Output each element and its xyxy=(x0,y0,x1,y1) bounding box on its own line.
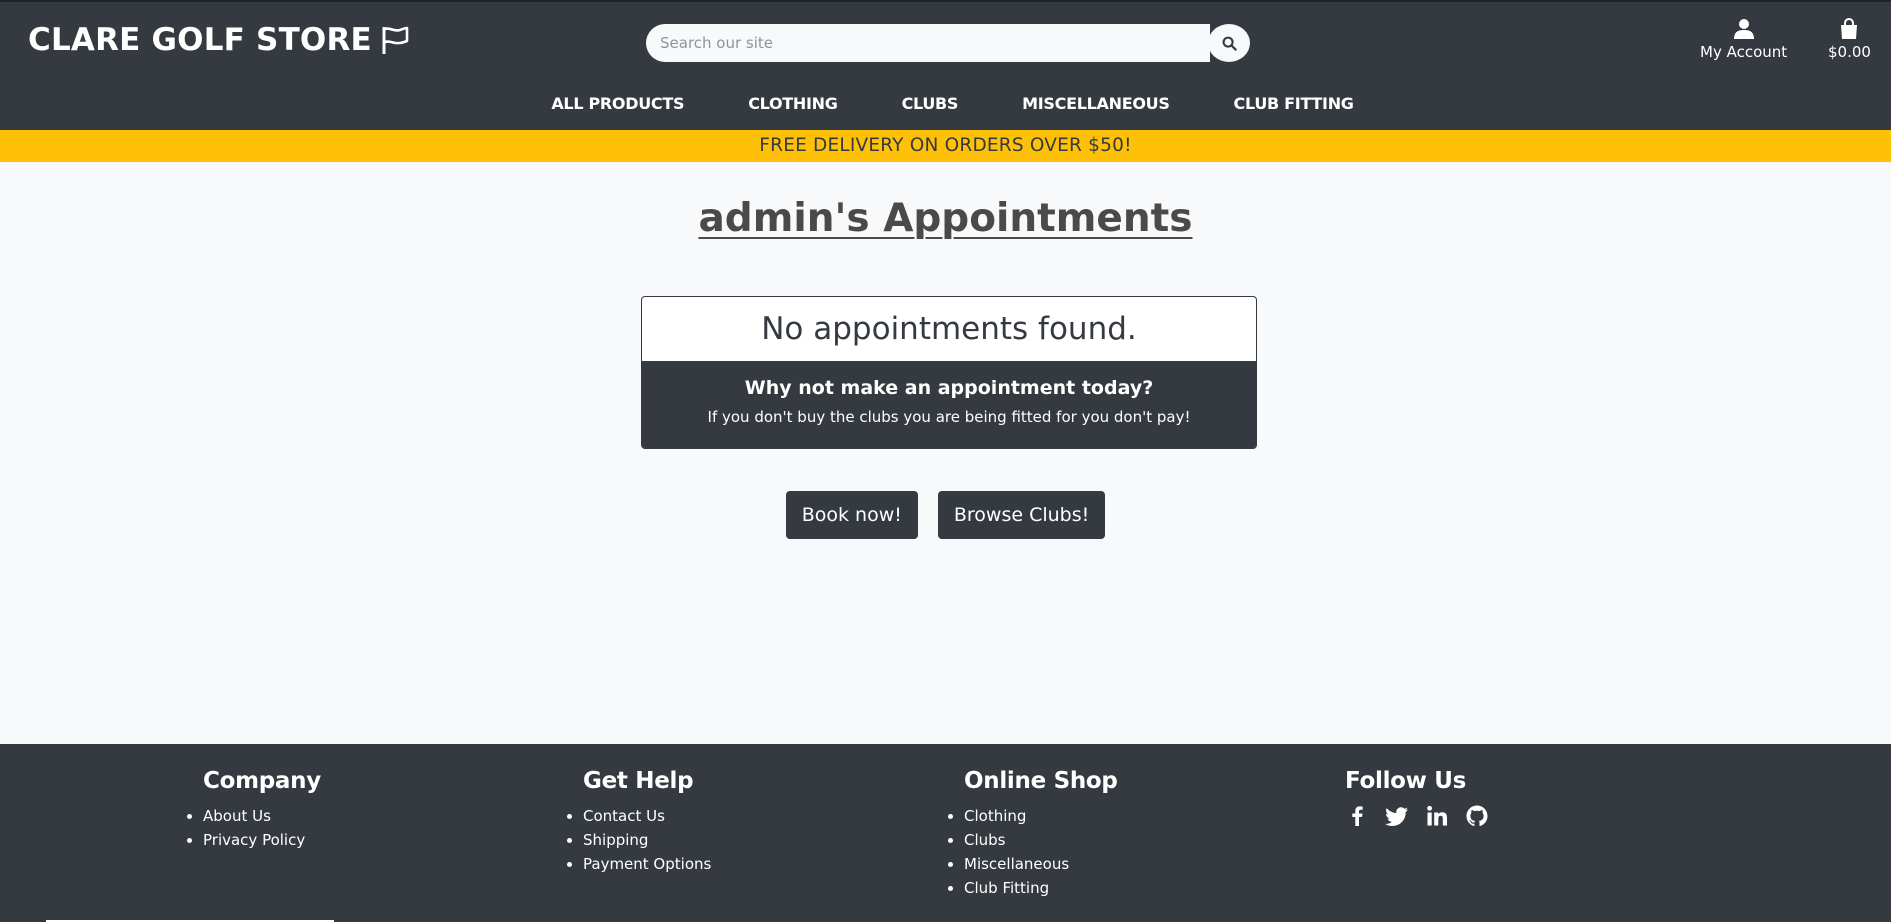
search-form xyxy=(646,24,1250,62)
footer-company: Company About Us Privacy Policy xyxy=(203,768,321,852)
privacy-policy-link[interactable]: Privacy Policy xyxy=(203,831,305,849)
linkedin-icon[interactable] xyxy=(1425,804,1449,828)
miscellaneous-link[interactable]: Miscellaneous xyxy=(964,855,1069,873)
nav-all-products[interactable]: ALL PRODUCTS xyxy=(551,94,684,113)
bag-total: $0.00 xyxy=(1828,43,1871,61)
footer-link: Club Fitting xyxy=(964,876,1118,900)
footer-link: Shipping xyxy=(583,828,711,852)
clubs-link[interactable]: Clubs xyxy=(964,831,1005,849)
promo-text: FREE DELIVERY ON ORDERS OVER $50! xyxy=(759,135,1132,156)
footer-follow-title: Follow Us xyxy=(1345,768,1467,794)
user-icon xyxy=(1733,19,1754,39)
footer-link: Clothing xyxy=(964,804,1118,828)
my-account-label: My Account xyxy=(1700,43,1788,61)
shopping-bag-icon xyxy=(1841,18,1858,39)
nav-clothing[interactable]: CLOTHING xyxy=(748,94,838,113)
footer-shop: Online Shop Clothing Clubs Miscellaneous… xyxy=(964,768,1118,900)
footer-link: Clubs xyxy=(964,828,1118,852)
contact-us-link[interactable]: Contact Us xyxy=(583,807,665,825)
social-links xyxy=(1345,804,1489,828)
page-title: admin's Appointments xyxy=(0,196,1891,241)
search-input[interactable] xyxy=(646,24,1210,62)
brand-logo[interactable]: CLARE GOLF STORE xyxy=(28,22,412,58)
nav-clubs[interactable]: CLUBS xyxy=(902,94,959,113)
footer-link: About Us xyxy=(203,804,321,828)
brand-name[interactable]: CLARE GOLF STORE xyxy=(28,22,372,58)
nav-club-fitting[interactable]: CLUB FITTING xyxy=(1234,94,1354,113)
page-title-text: admin's Appointments xyxy=(698,196,1193,241)
payment-options-link[interactable]: Payment Options xyxy=(583,855,711,873)
flag-icon xyxy=(382,26,409,54)
footer-help-title: Get Help xyxy=(583,768,694,794)
card-heading: No appointments found. xyxy=(761,311,1137,347)
shipping-link[interactable]: Shipping xyxy=(583,831,648,849)
club-fitting-link[interactable]: Club Fitting xyxy=(964,879,1049,897)
empty-appointments-card: No appointments found. Why not make an a… xyxy=(641,296,1257,449)
footer-link: Miscellaneous xyxy=(964,852,1118,876)
facebook-icon[interactable] xyxy=(1345,804,1369,828)
main-nav: ALL PRODUCTS CLOTHING CLUBS MISCELLANEOU… xyxy=(0,94,1891,113)
card-subheading: Why not make an appointment today? xyxy=(744,377,1154,399)
card-text: If you don't buy the clubs you are being… xyxy=(707,408,1191,426)
footer-link: Contact Us xyxy=(583,804,711,828)
book-now-button[interactable]: Book now! xyxy=(785,491,918,539)
site-header: CLARE GOLF STORE My Account $0.00 ALL PR… xyxy=(0,0,1891,130)
github-icon[interactable] xyxy=(1465,804,1489,828)
promo-banner: FREE DELIVERY ON ORDERS OVER $50! xyxy=(0,130,1891,162)
footer-follow: Follow Us xyxy=(1345,768,1489,828)
card-body: Why not make an appointment today? If yo… xyxy=(642,361,1256,448)
site-footer: Company About Us Privacy Policy Get Help… xyxy=(0,744,1891,922)
twitter-icon[interactable] xyxy=(1385,804,1409,828)
shopping-bag-link[interactable]: $0.00 xyxy=(1828,18,1871,61)
action-buttons: Book now! Browse Clubs! xyxy=(0,491,1891,539)
footer-help: Get Help Contact Us Shipping Payment Opt… xyxy=(583,768,711,876)
my-account-link[interactable]: My Account xyxy=(1700,18,1787,61)
nav-miscellaneous[interactable]: MISCELLANEOUS xyxy=(1022,94,1170,113)
search-icon xyxy=(1222,36,1237,51)
search-button[interactable] xyxy=(1208,24,1250,62)
about-us-link[interactable]: About Us xyxy=(203,807,271,825)
footer-company-title: Company xyxy=(203,768,321,794)
footer-link: Payment Options xyxy=(583,852,711,876)
footer-link: Privacy Policy xyxy=(203,828,321,852)
clothing-link[interactable]: Clothing xyxy=(964,807,1026,825)
browse-clubs-button[interactable]: Browse Clubs! xyxy=(937,491,1106,539)
footer-shop-title: Online Shop xyxy=(964,768,1118,794)
